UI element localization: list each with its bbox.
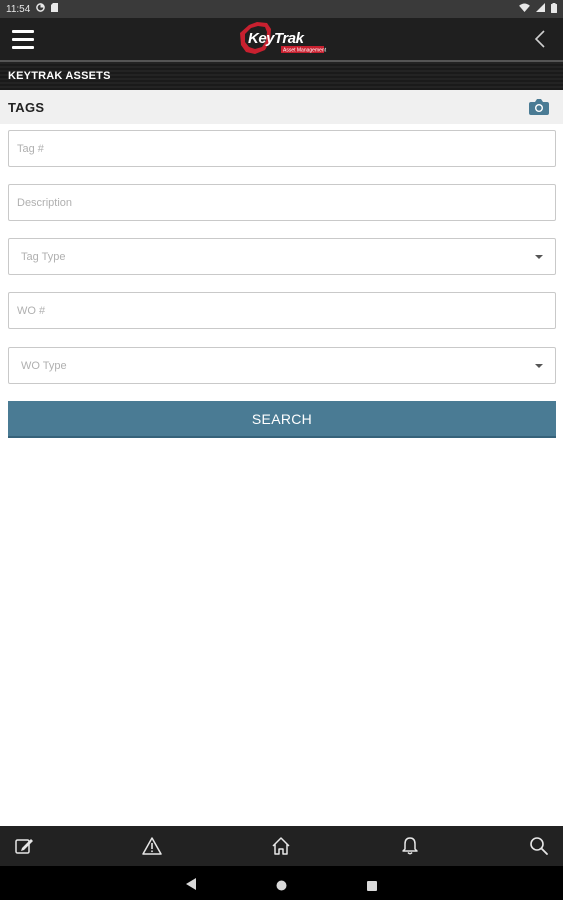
- tags-title: TAGS: [8, 99, 45, 115]
- search-icon[interactable]: [529, 836, 549, 856]
- bell-icon[interactable]: [400, 836, 420, 856]
- section-title: KEYTRAK ASSETS: [8, 70, 111, 82]
- tag-number-field[interactable]: [8, 130, 556, 167]
- wo-type-select[interactable]: WO Type: [8, 347, 556, 384]
- status-left: 11:54: [6, 3, 59, 15]
- status-right: [519, 2, 557, 16]
- sd-card-icon: [51, 3, 59, 15]
- search-button[interactable]: SEARCH: [8, 401, 556, 438]
- wo-number-input[interactable]: [17, 304, 555, 317]
- nav-recents-icon[interactable]: [367, 878, 377, 896]
- screen: 11:54 KeyTrak Asset Management KEYTRAK A…: [0, 0, 563, 900]
- tag-number-input[interactable]: [17, 142, 555, 155]
- section-bar: KEYTRAK ASSETS: [0, 60, 563, 90]
- nav-home-icon[interactable]: [276, 878, 287, 896]
- tag-type-value: Tag Type: [21, 250, 66, 263]
- menu-line: [12, 45, 34, 49]
- wifi-icon: [519, 3, 530, 15]
- status-bar: 11:54: [0, 0, 563, 18]
- description-field[interactable]: [8, 184, 556, 221]
- battery-icon: [551, 2, 557, 16]
- menu-line: [12, 37, 34, 41]
- menu-line: [12, 29, 34, 33]
- dropdown-caret-icon: [535, 255, 543, 259]
- wo-number-field[interactable]: [8, 292, 556, 329]
- description-input[interactable]: [17, 196, 555, 209]
- signal-icon: [536, 3, 545, 15]
- hamburger-menu-icon[interactable]: [12, 27, 34, 51]
- logo-text: KeyTrak: [248, 30, 305, 47]
- keytrak-logo: KeyTrak Asset Management: [237, 21, 329, 57]
- home-icon[interactable]: [271, 836, 291, 856]
- tag-type-select[interactable]: Tag Type: [8, 238, 556, 275]
- wo-type-value: WO Type: [21, 359, 67, 372]
- chevron-left-icon[interactable]: [529, 27, 551, 51]
- dropdown-caret-icon: [535, 364, 543, 368]
- status-time: 11:54: [6, 3, 31, 15]
- bottom-tab-bar: [0, 826, 563, 866]
- android-nav-bar: [0, 866, 563, 900]
- camera-icon[interactable]: [529, 98, 549, 115]
- app-header: KeyTrak Asset Management: [0, 18, 563, 60]
- nav-back-icon[interactable]: [186, 877, 196, 895]
- data-saver-icon: [36, 3, 46, 15]
- alert-icon[interactable]: [142, 836, 162, 856]
- logo-subtext: Asset Management: [283, 48, 327, 54]
- edit-icon[interactable]: [14, 836, 34, 856]
- tags-header: TAGS: [0, 90, 563, 124]
